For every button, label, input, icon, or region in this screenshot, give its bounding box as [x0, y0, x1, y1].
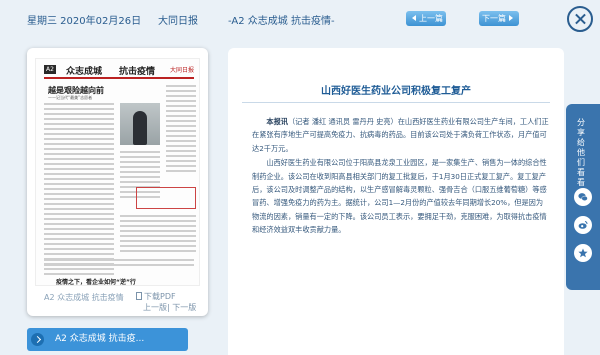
thumbnail-subheadline: ——记当代“最美”志愿者: [48, 95, 93, 100]
thumbnail-photo: [120, 103, 160, 145]
page-nav: 上一版| 下一版: [143, 303, 197, 312]
section-selector[interactable]: A2 众志成城 抗击疫...: [27, 328, 188, 351]
next-page-link[interactable]: 下一版: [172, 303, 196, 312]
paper-name: 大同日报: [158, 16, 198, 27]
article-title: 山西好医生药业公司积极复工复产: [321, 86, 471, 97]
star-icon: [578, 248, 588, 258]
download-pdf-link[interactable]: 下载PDF: [136, 291, 176, 302]
thumbnail-caption: A2 众志成城 抗击疫情: [44, 293, 124, 302]
pdf-icon: [136, 292, 142, 300]
weibo-icon: [578, 221, 588, 229]
issue-date: 星期三 2020年02月26日: [27, 16, 142, 27]
prev-page-link[interactable]: 上一版: [143, 303, 167, 312]
article-body: 本报讯（记者 潘红 通讯员 雷丹丹 史亮）在山西好医生药业有限公司生产车间，工人…: [252, 115, 550, 238]
thumbnail-bottom-headline: 疫情之下，看企业如何“逆”行: [56, 279, 136, 286]
share-weibo-button[interactable]: [574, 216, 592, 234]
top-bar: 星期三 2020年02月26日 大同日报 -A2 众志成城 抗击疫情- 上一篇 …: [0, 0, 600, 36]
title-divider: [242, 102, 550, 103]
prev-article-button[interactable]: 上一篇: [406, 11, 446, 26]
chevron-right-icon: [31, 333, 44, 346]
close-button[interactable]: [567, 6, 593, 32]
arrow-right-icon: [509, 15, 513, 21]
article-panel: 山西好医生药业公司积极复工复产 本报讯（记者 潘红 通讯员 雷丹丹 史亮）在山西…: [228, 48, 564, 355]
share-label: 分享给他们看看: [577, 118, 585, 187]
share-wechat-button[interactable]: [574, 188, 592, 206]
thumbnail-masthead: A2 众志成城 抗击疫情 大同日报: [44, 63, 194, 79]
page-thumbnail-card: A2 众志成城 抗击疫情 大同日报 越是艰险越向前 ——记当代“最美”志愿者 疫…: [27, 48, 208, 316]
article-paragraph: 本报讯（记者 潘红 通讯员 雷丹丹 史亮）在山西好医生药业有限公司生产车间，工人…: [252, 117, 549, 153]
page-thumbnail[interactable]: A2 众志成城 抗击疫情 大同日报 越是艰险越向前 ——记当代“最美”志愿者 疫…: [35, 58, 200, 326]
wechat-icon: [578, 193, 588, 201]
arrow-left-icon: [412, 15, 416, 21]
next-article-button[interactable]: 下一篇: [479, 11, 519, 26]
article-paragraph: 山西好医生药业有限公司位于阳高县龙泉工业园区，是一家集生产、销售为一体的综合性制…: [252, 158, 547, 235]
share-favorite-button[interactable]: [574, 244, 592, 262]
share-panel: 分享给他们看看: [566, 104, 600, 290]
page-title: -A2 众志成城 抗击疫情-: [228, 16, 335, 27]
